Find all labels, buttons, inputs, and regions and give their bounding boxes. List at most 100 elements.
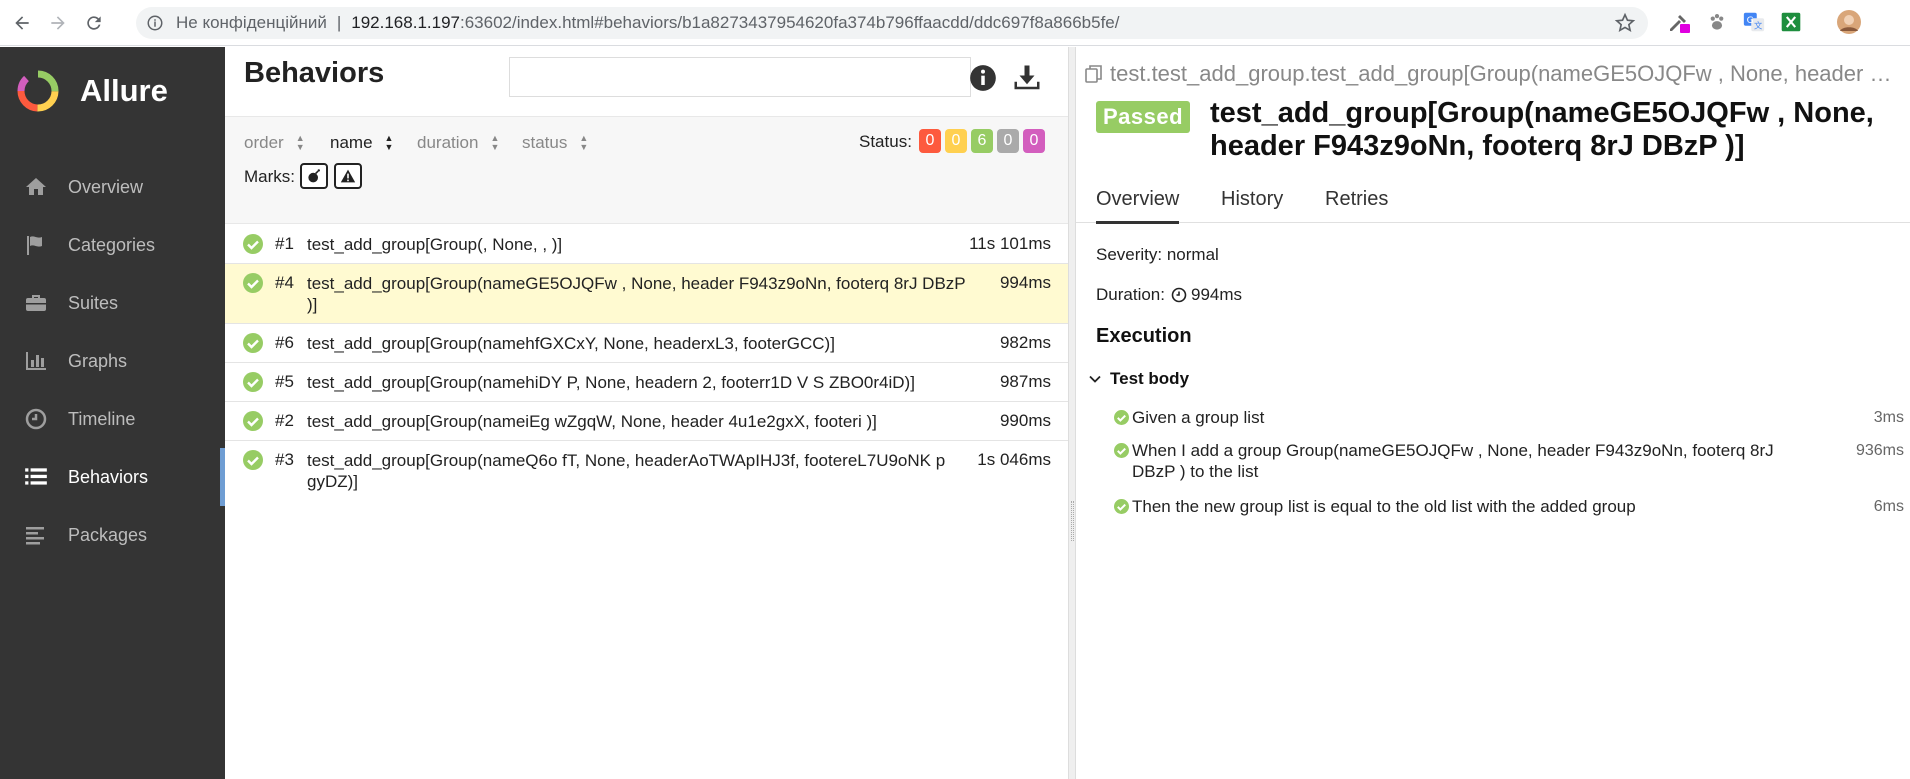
step-text: Then the new group list is equal to the …	[1132, 497, 1636, 516]
passed-check-icon	[243, 273, 263, 293]
flaky-mark-toggle[interactable]	[300, 163, 328, 189]
forward-button[interactable]	[44, 9, 72, 37]
bookmark-star-icon[interactable]	[1614, 12, 1636, 39]
status-passed-toggle[interactable]: 6	[971, 129, 993, 153]
execution-heading: Execution	[1096, 325, 1192, 347]
test-path: test.test_add_group.test_add_group[Group…	[1084, 61, 1904, 87]
sidebar-item-label: Timeline	[68, 408, 136, 429]
test-title: test_add_group[Group(nameGE5OJQFw , None…	[1210, 97, 1874, 162]
passed-check-icon	[243, 411, 263, 431]
step-duration: 936ms	[1855, 442, 1904, 459]
sidebar-item-graphs[interactable]: Graphs	[0, 332, 225, 390]
sidebar-item-suites[interactable]: Suites	[0, 274, 225, 332]
table-row[interactable]: #4 test_add_group[Group(nameGE5OJQFw , N…	[225, 264, 1068, 324]
test-duration: 994ms	[999, 273, 1051, 292]
translate-extension-icon[interactable]: G文	[1741, 9, 1767, 35]
warning-icon	[340, 169, 356, 183]
duration-label: Duration:	[1096, 285, 1165, 304]
test-duration: 987ms	[999, 372, 1051, 391]
allure-logo-icon	[17, 70, 59, 112]
avatar[interactable]	[1836, 9, 1862, 35]
status-badge: Passed	[1096, 101, 1191, 133]
status-counts: 0 0 6 0 0	[919, 129, 1049, 153]
test-duration: 982ms	[999, 333, 1051, 352]
test-number: #4	[275, 273, 294, 292]
sidebar-item-behaviors[interactable]: Behaviors	[0, 448, 225, 506]
sidebar-item-packages[interactable]: Packages	[0, 506, 225, 564]
test-name: test_add_group[Group(namehiDY P, None, h…	[307, 373, 915, 392]
test-name: test_add_group[Group(nameQ6o fT, None, h…	[307, 451, 946, 491]
duration-value: 994ms	[1190, 285, 1243, 304]
arrow-right-icon	[51, 15, 65, 30]
info-icon[interactable]	[146, 13, 166, 33]
test-number: #6	[275, 333, 294, 352]
sort-by-order[interactable]: order ▲ ▼	[244, 133, 305, 153]
tab-history[interactable]: History	[1221, 188, 1283, 211]
table-row[interactable]: #5 test_add_group[Group(namehiDY P, None…	[225, 363, 1068, 402]
test-number: #5	[275, 372, 294, 391]
status-skipped-toggle[interactable]: 0	[997, 129, 1019, 153]
page-title: Behaviors	[244, 57, 385, 89]
reload-button[interactable]	[80, 9, 108, 37]
sidebar-menu: Overview Categories Suites Graphs Timeli…	[0, 158, 225, 564]
result-tabs: Overview History Retries	[1076, 178, 1910, 224]
home-icon	[22, 173, 50, 201]
sort-by-duration[interactable]: duration ▲ ▼	[417, 133, 499, 153]
status-broken-toggle[interactable]: 0	[945, 129, 967, 153]
sort-label: order	[244, 133, 284, 152]
splitter-grip[interactable]	[1071, 501, 1074, 541]
brand[interactable]: Allure	[16, 69, 168, 113]
step-item[interactable]: Then the new group list is equal to the …	[1114, 496, 1904, 517]
step-text: When I add a group Group(nameGE5OJQFw , …	[1132, 441, 1774, 481]
table-row[interactable]: #2 test_add_group[Group(nameiEg wZgqW, N…	[225, 402, 1068, 441]
spreadsheet-extension-icon[interactable]	[1778, 9, 1804, 35]
tab-overview[interactable]: Overview	[1096, 188, 1180, 224]
sort-by-status[interactable]: status ▲ ▼	[522, 133, 588, 153]
table-row[interactable]: #6 test_add_group[Group(namehfGXCxY, Non…	[225, 324, 1068, 363]
status-failed-toggle[interactable]: 0	[919, 129, 941, 153]
sidebar-item-categories[interactable]: Categories	[0, 216, 225, 274]
not-secure-label: Не конфіденційний	[176, 13, 327, 32]
step-duration: 3ms	[1873, 409, 1904, 426]
flag-icon	[22, 231, 50, 259]
table-row[interactable]: #1 test_add_group[Group(, None, , )] 11s…	[225, 225, 1068, 264]
behaviors-tree: #1 test_add_group[Group(, None, , )] 11s…	[225, 225, 1068, 500]
url-path: :63602/index.html#behaviors/b1a827343795…	[459, 13, 1120, 32]
behaviors-pane: Behaviors order ▲ ▼ name ▲ ▼ duration ▲ ▼ s…	[225, 47, 1068, 779]
test-duration: 990ms	[999, 411, 1051, 430]
briefcase-icon	[22, 289, 50, 317]
step-item[interactable]: Given a group list 3ms	[1114, 407, 1904, 428]
table-row[interactable]: #3 test_add_group[Group(nameQ6o fT, None…	[225, 441, 1068, 500]
test-number: #1	[275, 234, 294, 253]
back-button[interactable]	[8, 9, 36, 37]
duration-row: Duration: 994ms	[1096, 285, 1242, 305]
sidebar-item-label: Behaviors	[68, 466, 149, 487]
svg-text:G: G	[1747, 15, 1754, 26]
url-host: 192.168.1.197	[351, 13, 460, 32]
sidebar-item-label: Packages	[68, 524, 148, 545]
sort-arrows-icon: ▲ ▼	[384, 133, 394, 152]
test-body-toggle[interactable]: Test body	[1088, 369, 1189, 389]
sidebar-item-timeline[interactable]: Timeline	[0, 390, 225, 448]
step-item[interactable]: When I add a group Group(nameGE5OJQFw , …	[1114, 440, 1904, 482]
search-input[interactable]	[509, 57, 971, 97]
sort-by-name[interactable]: name ▲ ▼	[330, 133, 393, 153]
browser-toolbar: Не конфіденційний | 192.168.1.197 :63602…	[0, 0, 1910, 46]
address-bar[interactable]: Не конфіденційний | 192.168.1.197 :63602…	[136, 7, 1648, 39]
reload-icon	[87, 15, 101, 30]
sidebar: Allure Overview Categories Suites Graphs…	[0, 47, 225, 779]
new-failed-mark-toggle[interactable]	[334, 163, 362, 189]
copy-icon[interactable]	[1084, 64, 1104, 84]
eyedropper-extension-icon[interactable]	[1666, 9, 1692, 35]
sidebar-item-overview[interactable]: Overview	[0, 158, 225, 216]
bar-chart-icon	[22, 347, 50, 375]
pane-splitter[interactable]	[1068, 47, 1076, 779]
paw-extension-icon[interactable]	[1704, 9, 1730, 35]
tab-retries[interactable]: Retries	[1325, 188, 1388, 211]
svg-text:文: 文	[1754, 20, 1763, 30]
status-unknown-toggle[interactable]: 0	[1023, 129, 1045, 153]
sidebar-item-label: Overview	[68, 176, 144, 197]
test-name: test_add_group[Group(nameiEg wZgqW, None…	[307, 412, 877, 431]
download-button[interactable]	[1012, 63, 1042, 93]
info-button[interactable]	[968, 63, 998, 93]
